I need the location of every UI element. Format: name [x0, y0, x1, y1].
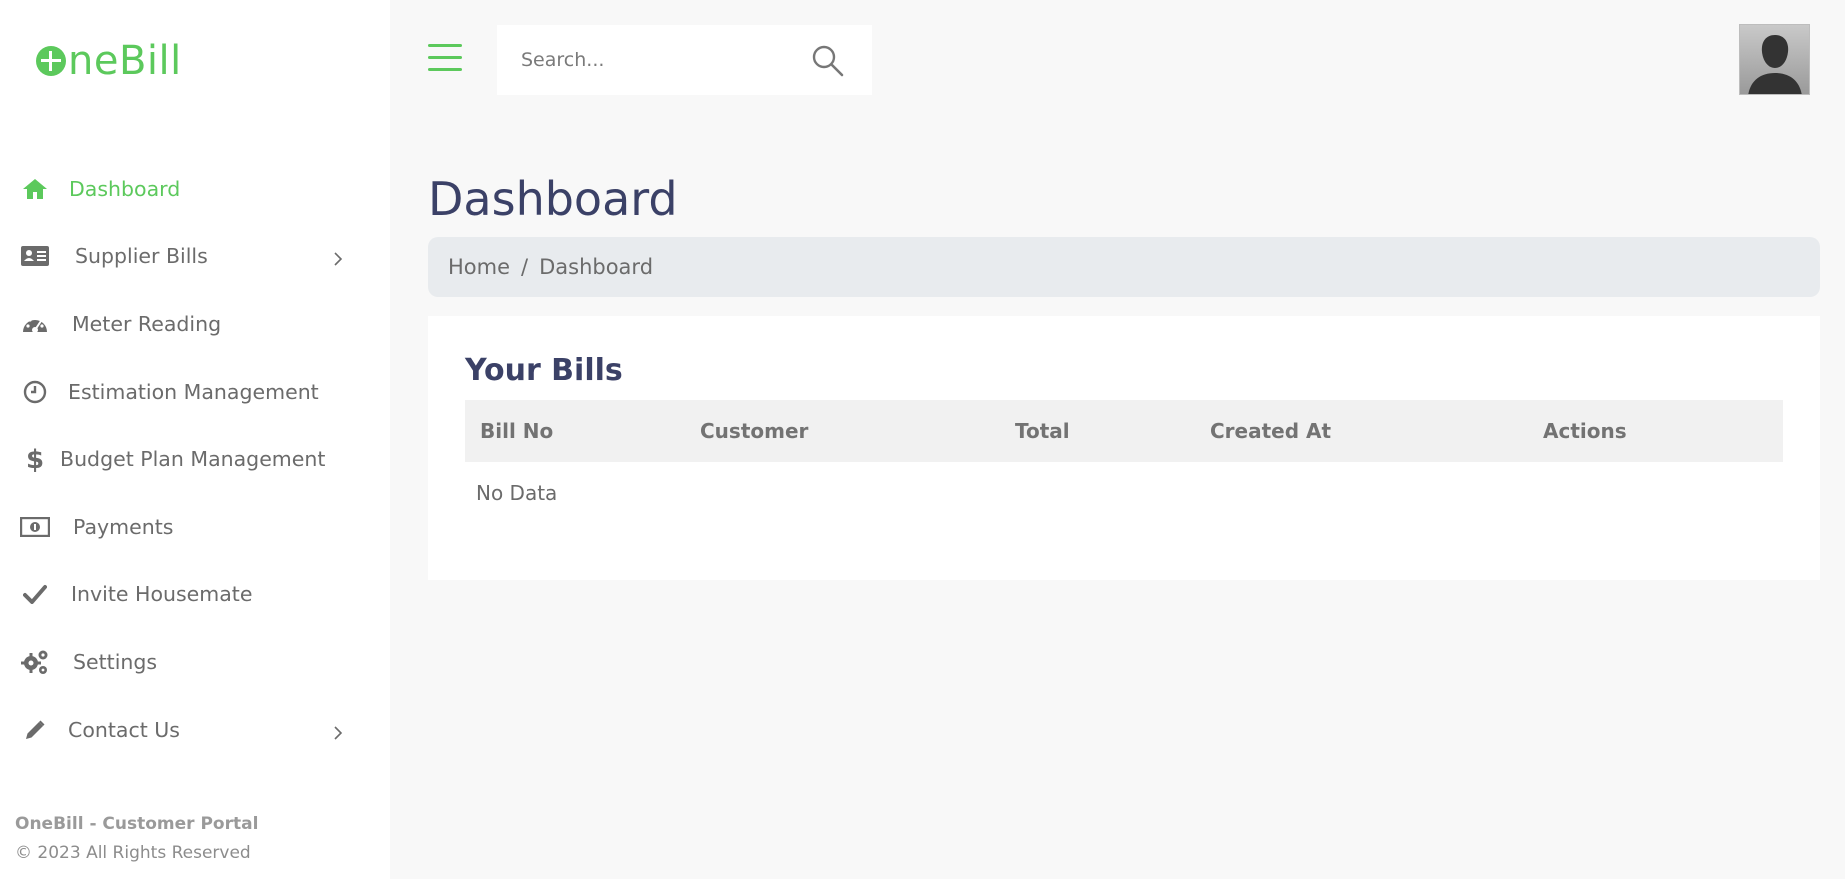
money-bill-icon [20, 512, 50, 542]
breadcrumb-home-link[interactable]: Home [448, 255, 510, 279]
breadcrumb-separator: / [521, 255, 529, 279]
sidebar-item-settings[interactable]: Settings [0, 628, 390, 696]
sidebar: neBill Dashboard Supplier Bills Meter Re… [0, 0, 390, 879]
dollar-icon: $ [20, 444, 50, 474]
breadcrumb-current: Dashboard [539, 255, 654, 279]
gears-icon [20, 647, 50, 677]
table-empty-message: No Data [476, 481, 558, 505]
user-avatar[interactable] [1739, 24, 1810, 95]
page-title: Dashboard [428, 172, 678, 226]
sidebar-item-dashboard[interactable]: Dashboard [0, 155, 390, 223]
search-icon[interactable] [811, 44, 845, 78]
column-header-actions: Actions [1543, 419, 1627, 443]
sidebar-item-label: Estimation Management [68, 379, 319, 404]
sidebar-item-supplier-bills[interactable]: Supplier Bills [0, 223, 390, 291]
column-header-total[interactable]: Total [1015, 419, 1070, 443]
sidebar-item-meter-reading[interactable]: Meter Reading [0, 290, 390, 358]
sidebar-item-label: Meter Reading [72, 311, 222, 336]
footer-brand: OneBill - Customer Portal [15, 814, 259, 834]
bills-card: Your Bills Bill No Customer Total Create… [428, 316, 1820, 580]
sidebar-item-estimation-management[interactable]: Estimation Management [0, 358, 390, 426]
sidebar-item-label: Supplier Bills [75, 244, 208, 269]
sidebar-item-label: Contact Us [68, 717, 180, 742]
breadcrumb: Home / Dashboard [428, 237, 1820, 297]
bills-card-title: Your Bills [465, 353, 623, 388]
logo-text: neBill [68, 38, 182, 84]
id-card-icon [20, 241, 50, 271]
clock-icon [20, 377, 50, 407]
sidebar-item-label: Settings [73, 649, 158, 674]
footer-copyright: © 2023 All Rights Reserved [15, 843, 251, 863]
sidebar-item-budget-plan-management[interactable]: $ Budget Plan Management [0, 425, 390, 493]
column-header-customer[interactable]: Customer [700, 419, 808, 443]
hamburger-icon [428, 44, 462, 47]
sidebar-item-invite-housemate[interactable]: Invite Housemate [0, 561, 390, 629]
pencil-icon [20, 715, 50, 745]
home-icon [20, 174, 50, 204]
sidebar-item-label: Payments [73, 514, 174, 539]
check-icon [20, 579, 50, 609]
logo-mark-icon [36, 46, 66, 76]
sidebar-footer: OneBill - Customer Portal © 2023 All Rig… [15, 814, 258, 863]
bills-table-header: Bill No Customer Total Created At Action… [465, 400, 1783, 462]
sidebar-item-label: Invite Housemate [71, 582, 253, 607]
gauge-icon [20, 309, 50, 339]
column-header-bill-no[interactable]: Bill No [480, 419, 553, 443]
svg-text:$: $ [26, 445, 44, 473]
chevron-right-icon [330, 722, 346, 740]
onebill-logo[interactable]: neBill [36, 38, 182, 84]
chevron-right-icon [330, 248, 346, 266]
sidebar-item-label: Budget Plan Management [60, 447, 326, 472]
search-input[interactable] [521, 25, 791, 95]
sidebar-item-payments[interactable]: Payments [0, 493, 390, 561]
menu-toggle-button[interactable] [428, 44, 462, 72]
sidebar-item-label: Dashboard [69, 176, 181, 201]
user-silhouette-icon [1748, 35, 1802, 94]
column-header-created-at[interactable]: Created At [1210, 419, 1331, 443]
sidebar-item-contact-us[interactable]: Contact Us [0, 696, 390, 764]
sidebar-nav: Dashboard Supplier Bills Meter Reading E… [0, 155, 390, 763]
